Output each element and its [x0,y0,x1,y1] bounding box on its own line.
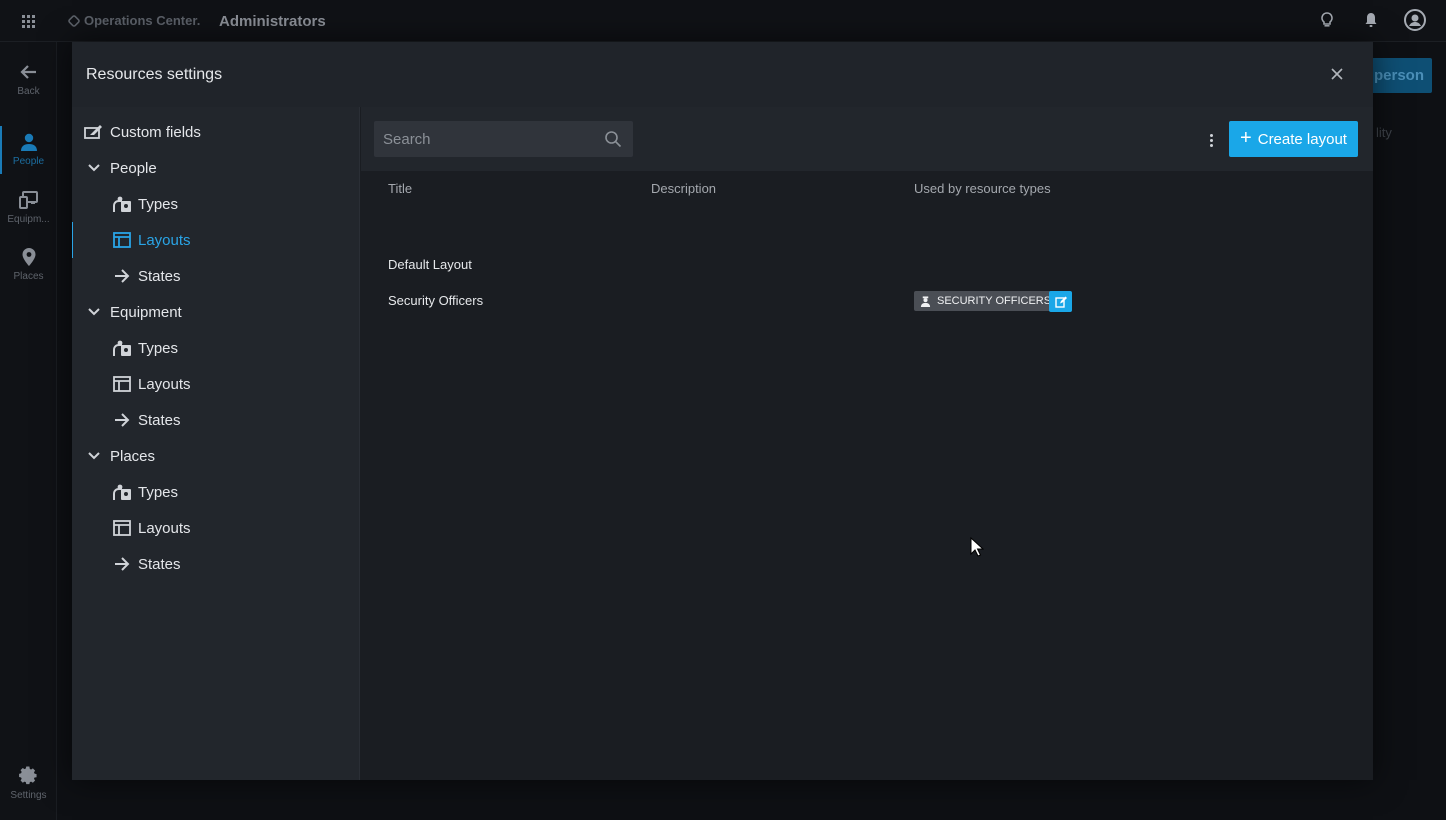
nav-people[interactable]: People [0,126,57,174]
resource-type-chip-label: SECURITY OFFICERS [937,295,1052,307]
bell-icon[interactable] [1360,9,1382,31]
types-icon [112,482,132,502]
nav-settings-label: Settings [10,790,47,801]
sidebar-item-label: Types [138,483,179,501]
layout-icon [112,230,132,250]
arrow-right-icon [112,554,132,574]
gear-icon [18,766,37,785]
top-bar: Operations Center. Administrators [0,0,1446,42]
background-text: lity [1376,125,1392,140]
sidebar-section-label: Places [110,447,156,465]
sidebar-item-equipment-states[interactable]: States [72,402,360,438]
chevron-down-icon [84,158,104,178]
nav-back-label: Back [17,86,40,97]
nav-places-label: Places [13,271,44,282]
sidebar-section-label: Equipment [110,303,182,321]
create-layout-button[interactable]: + Create layout [1229,121,1358,157]
sidebar-item-label: Custom fields [110,123,201,141]
edit-resource-types-button[interactable] [1049,291,1072,312]
sidebar-section-equipment[interactable]: Equipment [72,294,360,330]
types-icon [112,338,132,358]
search-input[interactable] [374,130,594,148]
lightbulb-icon[interactable] [1316,9,1338,31]
sidebar-item-label: Types [138,339,179,357]
arrow-right-icon [112,410,132,430]
nav-settings[interactable]: Settings [0,766,57,801]
create-layout-label: Create layout [1257,130,1347,148]
sidebar-item-people-layouts[interactable]: Layouts [72,222,360,258]
table-row[interactable]: Default Layout [361,247,1373,283]
search-box [374,121,633,157]
app-title: Administrators [219,13,326,30]
close-button[interactable] [1327,64,1347,84]
sidebar-item-label: Layouts [138,519,191,537]
layouts-panel: + Create layout Title Description Used b… [361,107,1373,780]
map-pin-icon [22,248,35,266]
sidebar-item-label: States [138,411,181,429]
row-title: Security Officers [388,293,484,308]
sidebar-item-label: Layouts [138,231,191,249]
layout-icon [112,518,132,538]
close-icon [1331,68,1343,80]
arrow-right-icon [112,266,132,286]
custom-fields-icon [84,122,104,142]
more-options-icon[interactable] [1199,129,1223,151]
sidebar-item-people-types[interactable]: Types [72,186,360,222]
table-header: Title Description Used by resource types [361,179,1373,199]
types-icon [112,194,132,214]
sidebar-item-label: Layouts [138,375,191,393]
table-row[interactable]: Security Officers SECURITY OFFICERS [361,283,1373,319]
nav-equipment[interactable]: Equipm... [0,190,57,225]
brand-mark-icon [67,13,81,28]
nav-back[interactable]: Back [0,62,57,97]
devices-icon [18,191,38,209]
apps-grid-icon[interactable] [22,15,35,28]
account-avatar-icon[interactable] [1404,9,1426,31]
column-header-description[interactable]: Description [651,181,716,196]
sidebar-item-places-types[interactable]: Types [72,474,360,510]
brand-name: Operations Center. [84,13,201,28]
sidebar-item-label: Types [138,195,179,213]
mouse-cursor-icon [970,537,984,557]
top-actions [1316,9,1426,31]
sidebar-item-places-states[interactable]: States [72,546,360,582]
sidebar-section-places[interactable]: Places [72,438,360,474]
sidebar-item-label: States [138,267,181,285]
nav-people-label: People [12,156,45,167]
nav-places[interactable]: Places [0,247,57,282]
security-officer-icon [920,295,931,307]
layouts-toolbar: + Create layout [361,107,1373,171]
plus-icon: + [1240,127,1252,149]
sidebar-section-label: People [110,159,157,177]
column-header-title[interactable]: Title [388,181,412,196]
sidebar-item-equipment-types[interactable]: Types [72,330,360,366]
chevron-down-icon [84,302,104,322]
edit-icon [1054,296,1067,308]
sidebar-item-label: States [138,555,181,573]
modal-title: Resources settings [86,65,223,83]
arrow-left-icon [19,65,36,79]
chevron-down-icon [84,446,104,466]
sidebar-section-people[interactable]: People [72,150,360,186]
nav-equipment-label: Equipm... [7,214,50,225]
sidebar-item-equipment-layouts[interactable]: Layouts [72,366,360,402]
resource-type-chip: SECURITY OFFICERS [914,291,1057,311]
row-title: Default Layout [388,257,472,272]
sidebar-item-places-layouts[interactable]: Layouts [72,510,360,546]
modal-header: Resources settings [72,42,1373,107]
search-icon[interactable] [604,130,622,148]
sidebar-item-custom-fields[interactable]: Custom fields [72,114,360,150]
person-icon [20,133,37,151]
sidebar-item-people-states[interactable]: States [72,258,360,294]
settings-sidebar: Custom fields People Types Layouts State… [72,107,360,780]
background-add-person-button: person [1364,58,1432,93]
column-header-used-by[interactable]: Used by resource types [914,181,1051,196]
left-navigation: Back People Equipm... Places Settings [0,42,57,820]
layout-icon [112,374,132,394]
brand-logo: Operations Center. [67,13,201,28]
resources-settings-modal: Resources settings Custom fields People … [72,42,1373,780]
